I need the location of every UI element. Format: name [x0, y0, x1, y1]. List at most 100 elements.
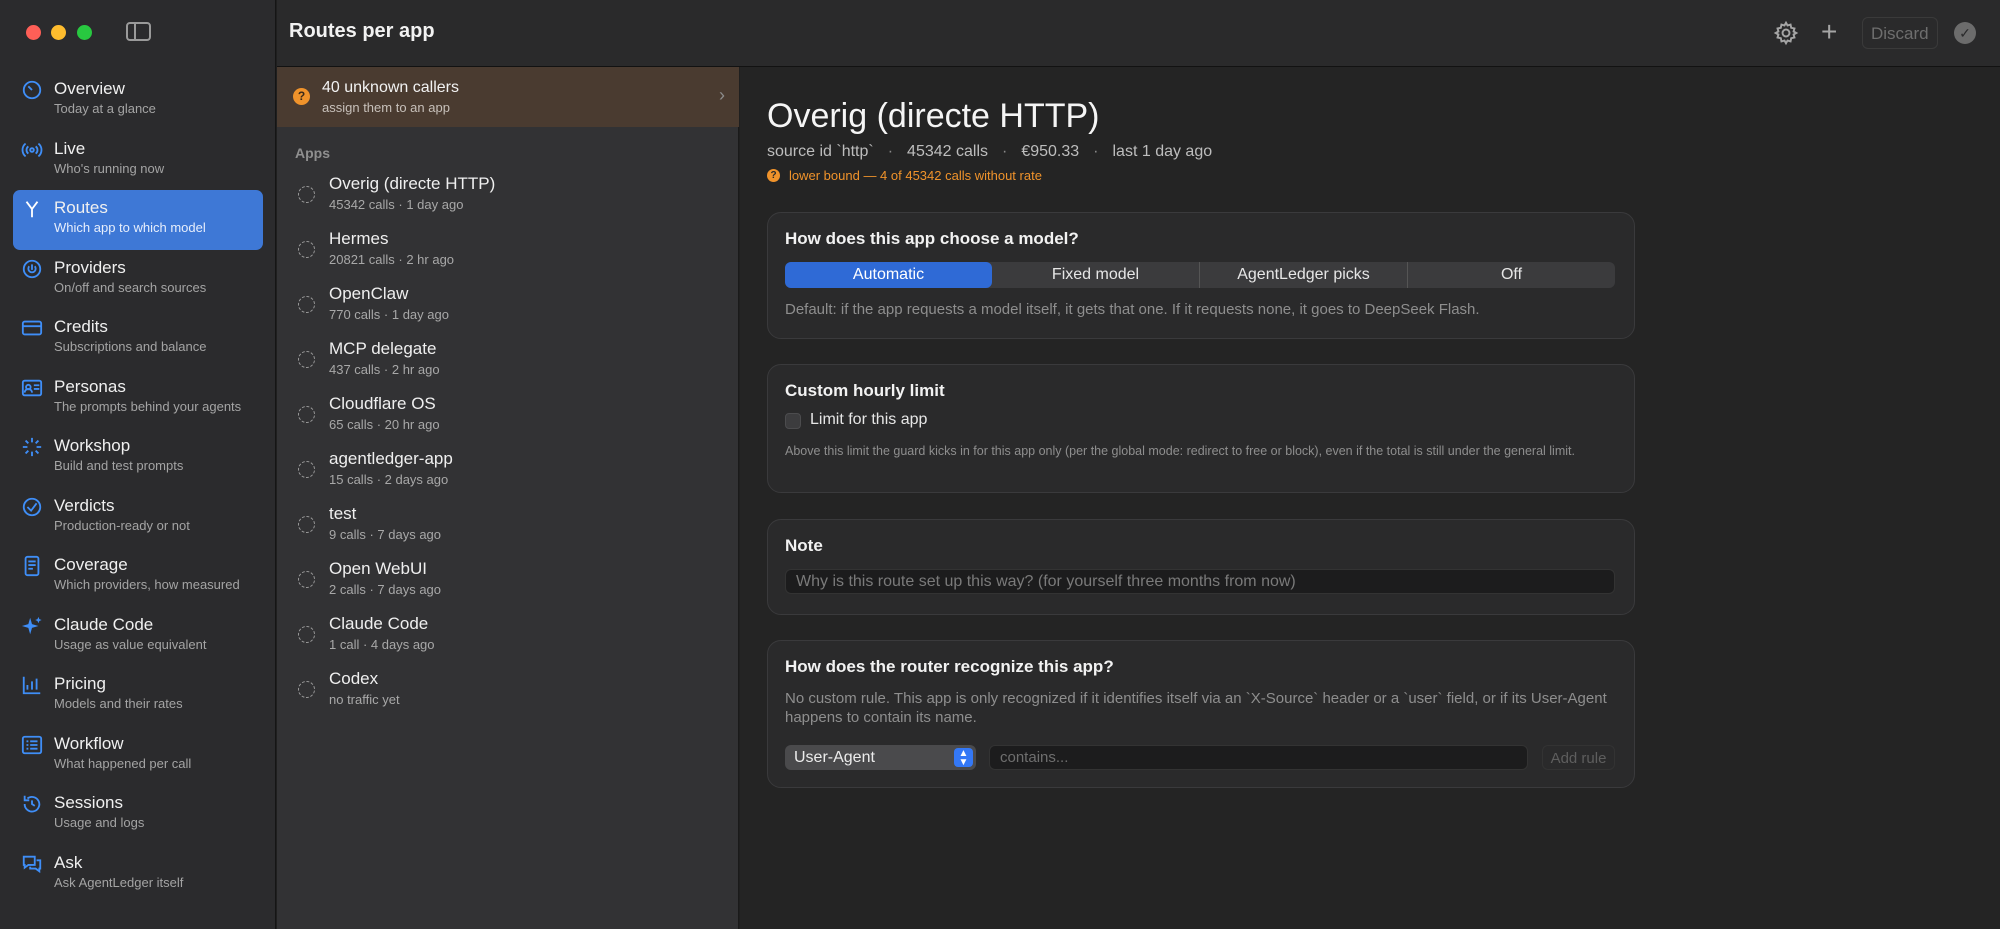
segment-fixed-model[interactable]: Fixed model [992, 262, 1200, 288]
card-description: No custom rule. This app is only recogni… [785, 690, 1607, 726]
sidebar-item-label: Workshop [54, 436, 131, 455]
sidebar-item-label: Coverage [54, 555, 128, 574]
app-row[interactable]: Hermes 20821 calls · 2 hr ago [277, 225, 739, 280]
title-bar: Routes per app + Discard ✓ [277, 0, 2000, 67]
app-row[interactable]: Open WebUI 2 calls · 7 days ago [277, 555, 739, 610]
sidebar-item-routes[interactable]: Routes Which app to which model [13, 190, 263, 250]
apps-list: Overig (directe HTTP) 45342 calls · 1 day… [277, 170, 739, 720]
radio-icon [298, 186, 315, 203]
sidebar-item-overview[interactable]: Overview Today at a glance [13, 71, 263, 131]
match-field-select[interactable]: User-Agent ▲ ▼ [785, 745, 976, 770]
history-icon [20, 792, 44, 816]
radio-icon [298, 571, 315, 588]
note-input[interactable] [785, 569, 1615, 594]
app-meta: 45342 calls · 1 day ago [329, 197, 464, 212]
credit-card-icon [20, 316, 44, 340]
app-row[interactable]: Codex no traffic yet [277, 665, 739, 720]
app-name: Hermes [329, 229, 389, 248]
question-icon: ? [293, 88, 310, 105]
app-name: Codex [329, 669, 379, 688]
discard-button[interactable]: Discard [1862, 17, 1938, 49]
chat-bubbles-icon [20, 852, 44, 876]
warning-icon: ? [767, 169, 780, 182]
sidebar-nav: Overview Today at a glance Live Who's runn… [13, 71, 263, 904]
minimize-window-button[interactable] [51, 25, 66, 40]
radio-icon [298, 241, 315, 258]
gear-icon[interactable] [1773, 20, 1799, 46]
sidebar-item-credits[interactable]: Credits Subscriptions and balance [13, 309, 263, 369]
app-row[interactable]: test 9 calls · 7 days ago [277, 500, 739, 555]
sidebar-item-workflow[interactable]: Workflow What happened per call [13, 726, 263, 786]
add-rule-button[interactable]: Add rule [1542, 745, 1615, 770]
sidebar-item-label: Workflow [54, 733, 124, 753]
sidebar-item-label: Providers [54, 257, 126, 277]
app-row[interactable]: Overig (directe HTTP) 45342 calls · 1 day… [277, 170, 739, 225]
separator: · [887, 143, 894, 160]
segment-agentledger-picks[interactable]: AgentLedger picks [1200, 262, 1408, 288]
sidebar-item-ask[interactable]: Ask Ask AgentLedger itself [13, 845, 263, 905]
sidebar-item-pricing[interactable]: Pricing Models and their rates [13, 666, 263, 726]
sidebar-item-label: Verdicts [54, 495, 115, 515]
app-meta: no traffic yet [329, 692, 400, 707]
app-row[interactable]: Cloudflare OS 65 calls · 20 hr ago [277, 390, 739, 445]
sidebar-item-sessions[interactable]: Sessions Usage and logs [13, 785, 263, 845]
sidebar-toggle-icon[interactable] [126, 22, 151, 41]
sidebar-item-coverage[interactable]: Coverage Which providers, how measured [13, 547, 263, 607]
sidebar-item-personas[interactable]: Personas The prompts behind your agents [13, 369, 263, 429]
app-meta: 437 calls · 2 hr ago [329, 362, 440, 377]
app-list-pane: ? 40 unknown callers assign them to an a… [277, 67, 739, 929]
unknown-callers-subtitle: assign them to an app [322, 100, 450, 115]
sidebar-item-providers[interactable]: Providers On/off and search sources [13, 250, 263, 310]
select-value: User-Agent [794, 749, 875, 766]
radio-icon [298, 461, 315, 478]
app-meta: 1 call · 4 days ago [329, 637, 435, 652]
document-icon [20, 554, 44, 578]
close-window-button[interactable] [26, 25, 41, 40]
sidebar-item-label: Personas [54, 376, 126, 396]
radio-icon [298, 516, 315, 533]
app-name: Cloudflare OS [329, 394, 436, 413]
unknown-callers-banner[interactable]: ? 40 unknown callers assign them to an a… [277, 67, 739, 127]
checkmark-icon[interactable]: ✓ [1954, 22, 1976, 44]
sidebar-item-label: Sessions [54, 793, 123, 812]
sidebar-item-sub: Usage as value equivalent [54, 636, 207, 652]
segment-automatic[interactable]: Automatic [785, 262, 992, 288]
detail-title: Overig (directe HTTP) [767, 97, 1100, 135]
match-pattern-input[interactable] [989, 745, 1528, 770]
sidebar-item-sub: What happened per call [54, 755, 192, 771]
sidebar-item-sub: Which providers, how measured [54, 577, 240, 592]
branch-icon [20, 197, 44, 221]
app-row[interactable]: MCP delegate 437 calls · 2 hr ago [277, 335, 739, 390]
person-card-icon [20, 376, 44, 400]
app-row[interactable]: Claude Code 1 call · 4 days ago [277, 610, 739, 665]
router-recognition-card: How does the router recognize this app? … [767, 640, 1635, 788]
sidebar-item-workshop[interactable]: Workshop Build and test prompts [13, 428, 263, 488]
segment-off[interactable]: Off [1408, 262, 1615, 288]
app-row[interactable]: agentledger-app 15 calls · 2 days ago [277, 445, 739, 500]
radio-icon [298, 351, 315, 368]
unknown-callers-title: 40 unknown callers [322, 79, 459, 96]
app-row[interactable]: OpenClaw 770 calls · 1 day ago [277, 280, 739, 335]
radio-icon [298, 406, 315, 423]
sidebar-item-verdicts[interactable]: Verdicts Production-ready or not [13, 488, 263, 548]
sidebar-item-live[interactable]: Live Who's running now [13, 131, 263, 191]
separator: · [1002, 143, 1008, 160]
radio-icon [298, 296, 315, 313]
limit-checkbox[interactable] [785, 413, 801, 429]
app-name: MCP delegate [329, 339, 437, 358]
sidebar: Overview Today at a glance Live Who's runn… [0, 0, 276, 929]
card-title: Custom hourly limit [785, 381, 945, 400]
note-card: Note [767, 519, 1635, 615]
sidebar-item-sub: Usage and logs [54, 815, 145, 830]
separator: · [1093, 143, 1099, 160]
sidebar-item-claude-code[interactable]: Claude Code Usage as value equivalent [13, 607, 263, 667]
hourly-limit-card: Custom hourly limit Limit for this app A… [767, 364, 1635, 493]
plus-icon[interactable]: + [1821, 18, 1837, 46]
call-count: 45342 calls [907, 143, 988, 160]
source-id: source id `http` [767, 143, 874, 160]
zoom-window-button[interactable] [77, 25, 92, 40]
chevron-up-down-icon: ▲ ▼ [954, 748, 973, 768]
limit-checkbox-label[interactable]: Limit for this app [810, 411, 927, 429]
model-choice-card: How does this app choose a model? Automa… [767, 212, 1635, 339]
sidebar-item-sub: Who's running now [54, 160, 165, 176]
